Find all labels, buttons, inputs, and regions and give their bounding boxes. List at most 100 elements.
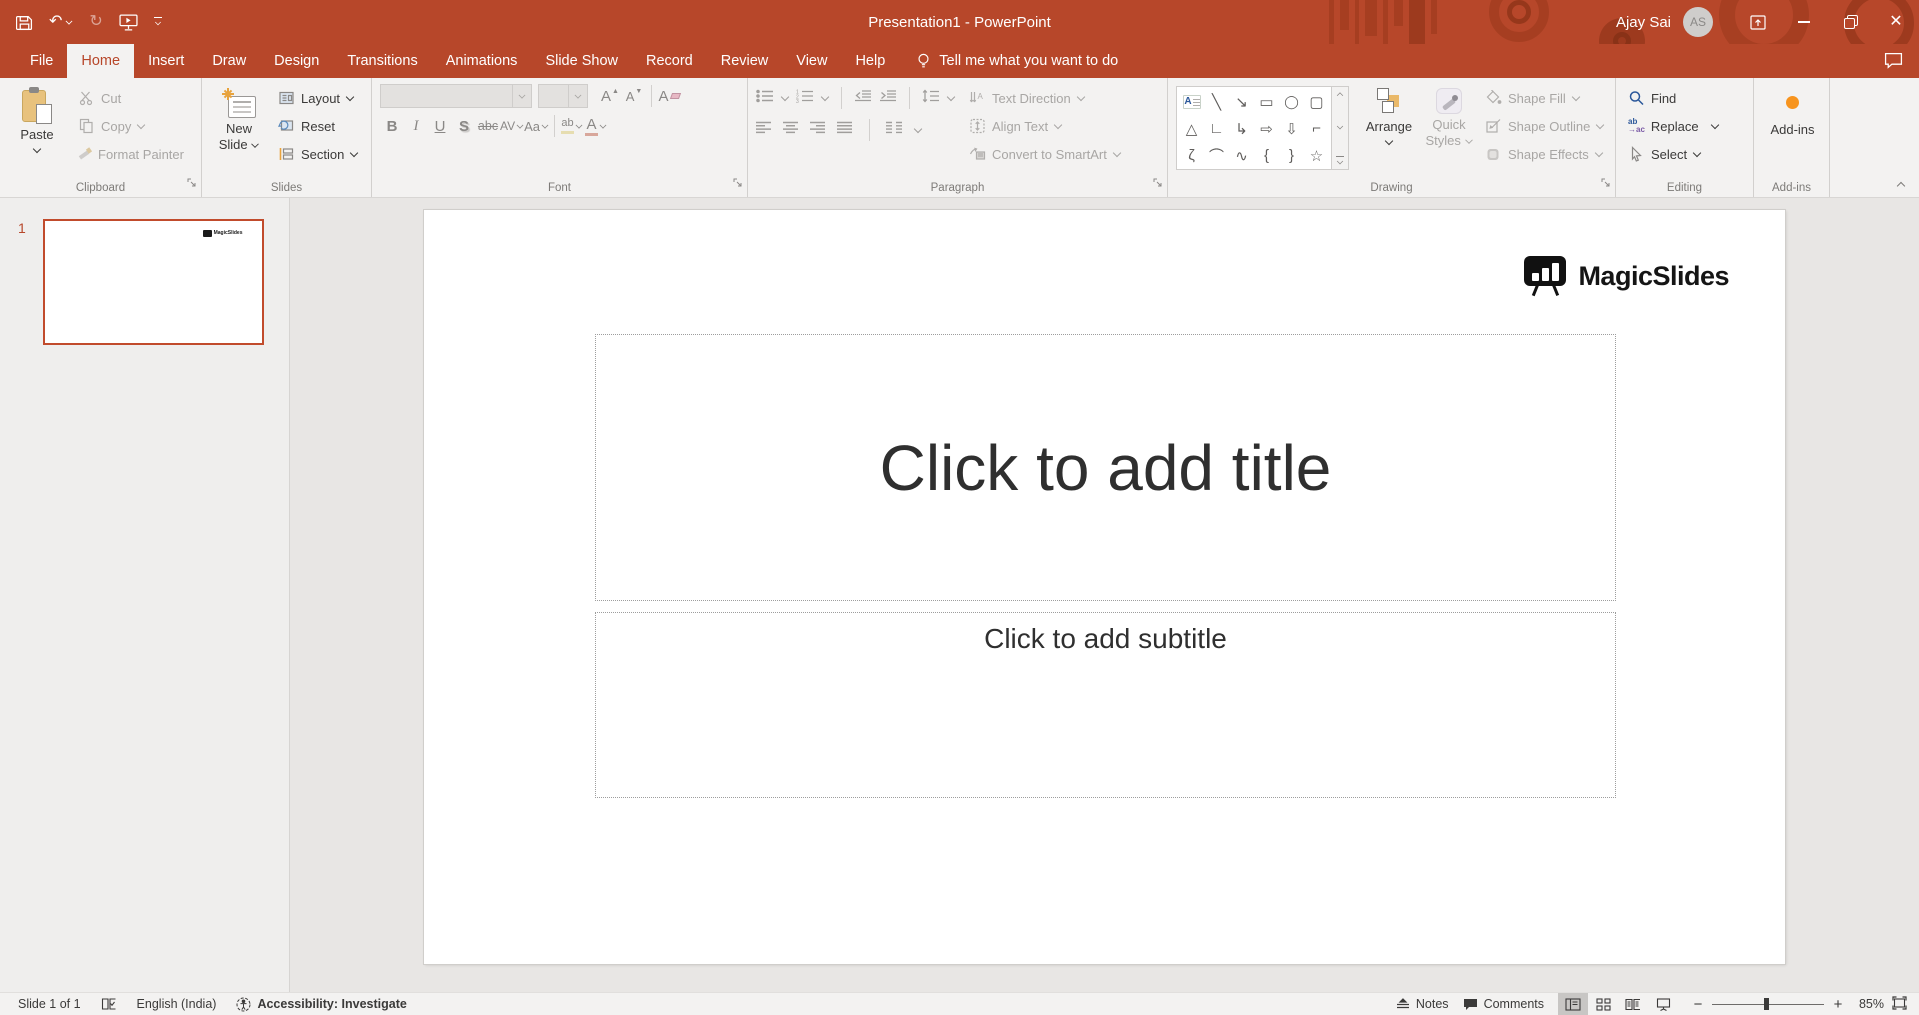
comments-toggle-button[interactable] — [1884, 52, 1903, 74]
slide[interactable]: MagicSlides Click to add title Click to … — [424, 210, 1785, 964]
view-slide-sorter-button[interactable] — [1588, 993, 1618, 1015]
columns-chevron-icon[interactable] — [914, 126, 922, 134]
text-direction-button[interactable]: A Text Direction — [965, 86, 1125, 110]
font-size-combo[interactable] — [538, 84, 588, 108]
tab-transitions[interactable]: Transitions — [333, 44, 431, 78]
layout-chevron-icon[interactable] — [346, 94, 354, 102]
undo-dropdown-chevron-icon[interactable] — [66, 19, 72, 25]
paste-chevron-icon[interactable] — [33, 146, 41, 154]
font-color-button[interactable]: A — [584, 114, 608, 138]
section-button[interactable]: Section — [274, 142, 362, 166]
shape-elbow-connector[interactable]: ∟ — [1204, 115, 1229, 142]
tab-animations[interactable]: Animations — [432, 44, 532, 78]
shape-rectangle[interactable]: ▭ — [1254, 88, 1279, 115]
ribbon-display-options-button[interactable] — [1735, 0, 1781, 44]
start-slideshow-button[interactable] — [119, 13, 138, 31]
fit-slide-button[interactable] — [1892, 995, 1907, 1013]
title-placeholder[interactable]: Click to add title — [595, 334, 1616, 601]
view-normal-button[interactable] — [1558, 993, 1588, 1015]
select-chevron-icon[interactable] — [1693, 150, 1701, 158]
gallery-scroll-up-icon[interactable] — [1337, 91, 1343, 97]
shape-rounded-rectangle[interactable]: ▢ — [1304, 88, 1329, 115]
view-slideshow-button[interactable] — [1648, 993, 1678, 1015]
align-text-button[interactable]: Align Text — [965, 114, 1125, 138]
new-slide-button[interactable]: New Slide — [210, 84, 268, 178]
tab-help[interactable]: Help — [841, 44, 899, 78]
shape-star[interactable]: ☆ — [1304, 142, 1329, 169]
align-right-button[interactable] — [810, 121, 826, 139]
text-shadow-button[interactable]: S — [452, 114, 476, 138]
shape-right-brace[interactable]: } — [1279, 142, 1304, 169]
grow-font-button[interactable]: A ▲ — [598, 84, 622, 108]
shrink-font-button[interactable]: A ▼ — [622, 84, 646, 108]
copy-button[interactable]: Copy — [74, 114, 188, 138]
save-button[interactable] — [16, 14, 33, 31]
shape-line-arrow[interactable]: ↘ — [1229, 88, 1254, 115]
bold-button[interactable]: B — [380, 114, 404, 138]
restore-button[interactable] — [1827, 0, 1873, 44]
replace-chevron-icon[interactable] — [1711, 122, 1719, 130]
tell-me-box[interactable]: Tell me what you want to do — [917, 44, 1118, 78]
tab-view[interactable]: View — [782, 44, 841, 78]
zoom-slider[interactable] — [1712, 997, 1824, 1011]
tab-slide-show[interactable]: Slide Show — [531, 44, 632, 78]
shape-text-box[interactable]: A — [1182, 94, 1201, 109]
slide-thumbnail[interactable]: MagicSlides — [43, 219, 264, 345]
font-dialog-launcher[interactable] — [733, 175, 743, 193]
align-center-button[interactable] — [783, 121, 799, 139]
shape-outline-button[interactable]: Shape Outline — [1481, 114, 1608, 138]
shape-scribble[interactable]: ζ — [1179, 142, 1204, 169]
gallery-scroll-down-icon[interactable] — [1337, 124, 1343, 130]
collapse-ribbon-button[interactable] — [1897, 175, 1905, 193]
notes-button[interactable]: Notes — [1396, 997, 1449, 1011]
tab-review[interactable]: Review — [707, 44, 783, 78]
tab-file[interactable]: File — [16, 44, 67, 78]
section-chevron-icon[interactable] — [350, 150, 358, 158]
redo-button[interactable]: ↻ — [89, 14, 102, 30]
drawing-dialog-launcher[interactable] — [1601, 175, 1611, 193]
decrease-indent-button[interactable] — [854, 89, 872, 108]
shape-arc[interactable]: ⌒ — [1204, 142, 1229, 169]
quick-styles-button[interactable]: Quick Styles — [1421, 84, 1477, 178]
user-name[interactable]: Ajay Sai — [1616, 14, 1671, 31]
layout-button[interactable]: Layout — [274, 86, 362, 110]
accessibility-checker[interactable]: Accessibility: Investigate — [236, 997, 407, 1012]
italic-button[interactable]: I — [404, 114, 428, 138]
view-reading-button[interactable] — [1618, 993, 1648, 1015]
select-button[interactable]: Select — [1624, 142, 1723, 166]
minimize-button[interactable] — [1781, 0, 1827, 44]
shape-elbow-arrow-connector[interactable]: ↳ — [1229, 115, 1254, 142]
shape-down-arrow[interactable]: ⇩ — [1279, 115, 1304, 142]
character-spacing-button[interactable]: AV — [500, 114, 524, 138]
change-case-button[interactable]: Aa — [524, 114, 549, 138]
replace-button[interactable]: ab →ac Replace — [1624, 114, 1723, 138]
addins-button[interactable]: Add-ins — [1762, 84, 1823, 178]
tab-home[interactable]: Home — [67, 44, 135, 78]
align-left-button[interactable] — [756, 121, 772, 139]
shape-effects-button[interactable]: Shape Effects — [1481, 142, 1608, 166]
shape-fill-button[interactable]: Shape Fill — [1481, 86, 1608, 110]
numbering-chevron-icon[interactable] — [821, 94, 829, 102]
shape-corner[interactable]: ⌐ — [1304, 115, 1329, 142]
copy-chevron-icon[interactable] — [137, 122, 145, 130]
spellcheck-button[interactable] — [101, 997, 117, 1011]
bullets-chevron-icon[interactable] — [781, 94, 789, 102]
new-slide-chevron-icon[interactable] — [252, 142, 259, 149]
zoom-out-button[interactable]: − — [1692, 996, 1704, 1013]
numbering-button[interactable]: 123 — [796, 89, 814, 108]
line-spacing-chevron-icon[interactable] — [947, 94, 955, 102]
cut-button[interactable]: Cut — [74, 86, 188, 110]
shape-oval[interactable]: ◯ — [1279, 88, 1304, 115]
paragraph-dialog-launcher[interactable] — [1153, 175, 1163, 193]
shape-left-brace[interactable]: { — [1254, 142, 1279, 169]
tab-design[interactable]: Design — [260, 44, 333, 78]
bullets-button[interactable] — [756, 89, 774, 108]
tab-record[interactable]: Record — [632, 44, 707, 78]
tab-draw[interactable]: Draw — [198, 44, 260, 78]
arrange-chevron-icon[interactable] — [1385, 138, 1393, 146]
reset-button[interactable]: Reset — [274, 114, 362, 138]
columns-button[interactable] — [886, 121, 903, 139]
strikethrough-button[interactable]: abc — [476, 114, 500, 138]
find-button[interactable]: Find — [1624, 86, 1723, 110]
convert-to-smartart-button[interactable]: Convert to SmartArt — [965, 142, 1125, 166]
